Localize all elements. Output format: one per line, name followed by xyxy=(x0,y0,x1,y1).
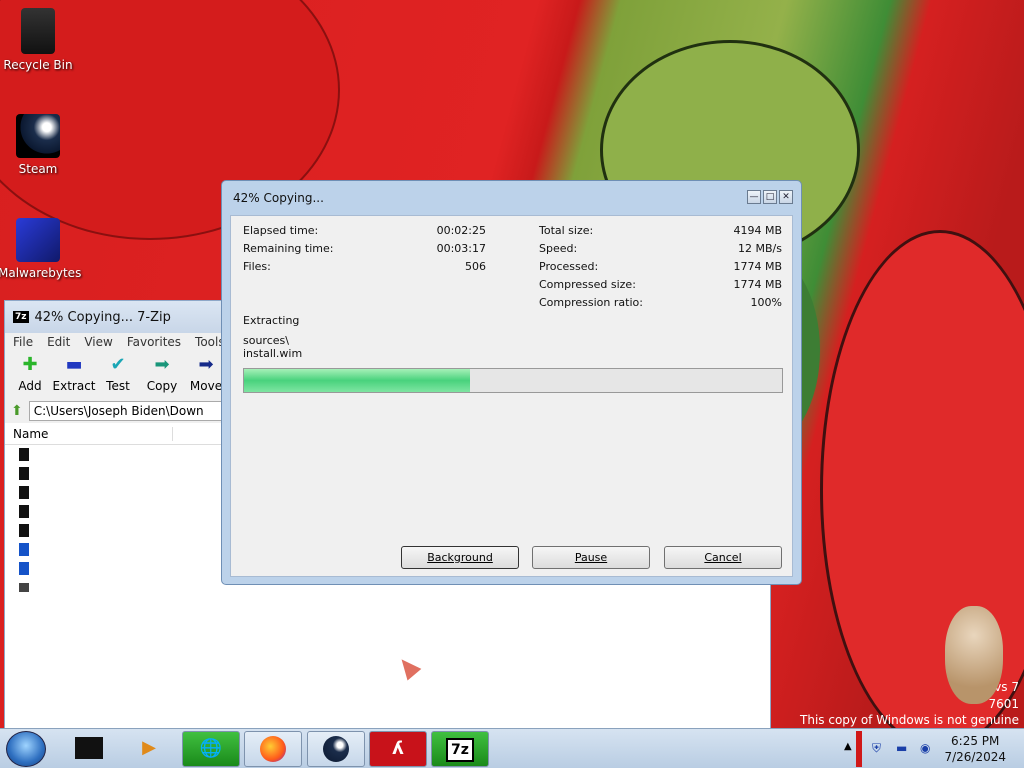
total-size-value: 4194 MB xyxy=(733,224,782,237)
processed-label: Processed: xyxy=(539,260,599,273)
current-path: sources\ xyxy=(243,334,289,347)
check-icon: ✔ xyxy=(110,354,126,375)
clock-date: 7/26/2024 xyxy=(944,750,1006,764)
file-icon xyxy=(19,543,29,556)
start-button[interactable] xyxy=(6,731,46,767)
globe-icon: 🌐 xyxy=(199,738,223,759)
add-button[interactable]: ✚ Add xyxy=(13,355,47,395)
hamster-gadget xyxy=(945,606,1003,704)
file-icon xyxy=(19,524,29,537)
taskbar-download-manager[interactable]: 🌐 xyxy=(182,731,240,767)
minimize-icon[interactable]: — xyxy=(747,190,761,204)
desktop-icon-label: Malwarebytes xyxy=(0,266,82,280)
taskbar-firefox[interactable] xyxy=(244,731,302,767)
test-label: Test xyxy=(106,379,130,393)
avira-icon: ʎ xyxy=(392,738,404,759)
menu-view[interactable]: View xyxy=(84,335,112,349)
steam-icon xyxy=(16,114,60,158)
menu-favorites[interactable]: Favorites xyxy=(127,335,181,349)
taskbar-7zip[interactable]: 7z xyxy=(431,731,489,767)
play-icon: ▶ xyxy=(142,737,156,758)
total-size-label: Total size: xyxy=(539,224,594,237)
desktop-icon-label: Recycle Bin xyxy=(3,58,73,72)
double-arrow-icon: ➡ xyxy=(154,354,170,375)
firefox-icon xyxy=(260,736,286,762)
progress-fill xyxy=(244,369,470,392)
folder-icon xyxy=(19,486,29,499)
dialog-body: Elapsed time: 00:02:25 Remaining time: 0… xyxy=(230,215,793,577)
maximize-icon[interactable]: □ xyxy=(763,190,777,204)
menu-edit[interactable]: Edit xyxy=(47,335,70,349)
pause-button[interactable]: Pause xyxy=(532,546,650,569)
clock-time: 6:25 PM xyxy=(951,734,1000,748)
desktop-icon-label: Steam xyxy=(18,162,58,176)
steam-icon xyxy=(323,736,349,762)
test-button[interactable]: ✔ Test xyxy=(101,355,135,395)
speed-value: 12 MB/s xyxy=(738,242,782,255)
taskbar-media-player[interactable]: ▶ xyxy=(120,731,178,767)
dialog-title[interactable]: 42% Copying... xyxy=(222,181,801,215)
move-label: Move xyxy=(189,379,223,393)
desktop-icon-steam[interactable]: Steam xyxy=(0,114,78,176)
folder-icon xyxy=(19,448,29,461)
zip-app-icon: 7z xyxy=(13,311,29,323)
compression-ratio-label: Compression ratio: xyxy=(539,296,643,309)
copy-label: Copy xyxy=(146,379,178,393)
taskbar-explorer[interactable] xyxy=(60,731,118,767)
extract-button[interactable]: ▬ Extract xyxy=(53,354,96,395)
file-icon xyxy=(19,583,29,592)
remaining-value: 00:03:17 xyxy=(436,242,486,255)
system-tray: ▲ ⛨ ▬ ◉ 6:25 PM 7/26/2024 xyxy=(844,729,1024,768)
taskbar: ▶ 🌐 ʎ 7z ▲ ⛨ ▬ ◉ 6:25 PM 7/26/2024 xyxy=(0,728,1024,768)
folder-icon xyxy=(19,505,29,518)
elapsed-label: Elapsed time: xyxy=(243,224,319,237)
window-controls: — □ ✕ xyxy=(747,190,793,204)
file-icon xyxy=(19,562,29,575)
compressed-size-label: Compressed size: xyxy=(539,278,636,291)
close-icon[interactable]: ✕ xyxy=(779,190,793,204)
extract-label: Extract xyxy=(52,379,96,393)
add-label: Add xyxy=(18,379,42,393)
malwarebytes-icon xyxy=(16,218,60,262)
zip-window-title: 42% Copying... 7-Zip xyxy=(34,309,171,325)
taskbar-avira[interactable]: ʎ xyxy=(369,731,427,767)
copy-progress-dialog: 42% Copying... — □ ✕ Elapsed time: 00:02… xyxy=(221,180,802,585)
volume-icon[interactable]: ◉ xyxy=(920,741,930,755)
current-file: install.wim xyxy=(243,347,303,360)
background-button[interactable]: Background xyxy=(401,546,519,569)
files-label: Files: xyxy=(243,260,271,273)
speed-label: Speed: xyxy=(539,242,578,255)
chevron-up-icon[interactable]: ▲ xyxy=(844,741,852,752)
desktop-icon-recycle-bin[interactable]: Recycle Bin xyxy=(0,8,78,72)
tray-separator xyxy=(856,731,862,767)
move-button[interactable]: ➡ Move xyxy=(189,355,223,395)
files-value: 506 xyxy=(465,260,486,273)
desktop-icon-malwarebytes[interactable]: Malwarebytes xyxy=(0,218,82,280)
minus-icon: ▬ xyxy=(65,354,83,375)
elapsed-value: 00:02:25 xyxy=(436,224,486,237)
column-name[interactable]: Name xyxy=(13,426,173,441)
progress-bar xyxy=(243,368,783,393)
watermark-genuine: This copy of Windows is not genuine xyxy=(800,713,1019,727)
folder-up-icon[interactable]: ⬆ xyxy=(11,403,23,419)
compressed-size-value: 1774 MB xyxy=(733,278,782,291)
processed-value: 1774 MB xyxy=(733,260,782,273)
taskbar-steam[interactable] xyxy=(307,731,365,767)
menu-file[interactable]: File xyxy=(13,335,33,349)
shield-icon[interactable]: ⛨ xyxy=(872,741,881,756)
explorer-icon xyxy=(75,737,103,759)
clock[interactable]: 6:25 PM 7/26/2024 xyxy=(944,733,1006,765)
copy-button[interactable]: ➡ Copy xyxy=(145,355,179,395)
arrow-right-icon: ➡ xyxy=(198,354,214,375)
cancel-button[interactable]: Cancel xyxy=(664,546,782,569)
recycle-bin-icon xyxy=(21,8,55,54)
compression-ratio-value: 100% xyxy=(750,296,782,309)
network-icon[interactable]: ▬ xyxy=(896,741,907,755)
folder-icon xyxy=(19,467,29,480)
plus-icon: ✚ xyxy=(22,354,38,375)
remaining-label: Remaining time: xyxy=(243,242,334,255)
7zip-icon: 7z xyxy=(446,738,474,762)
status-text: Extracting xyxy=(243,314,300,327)
